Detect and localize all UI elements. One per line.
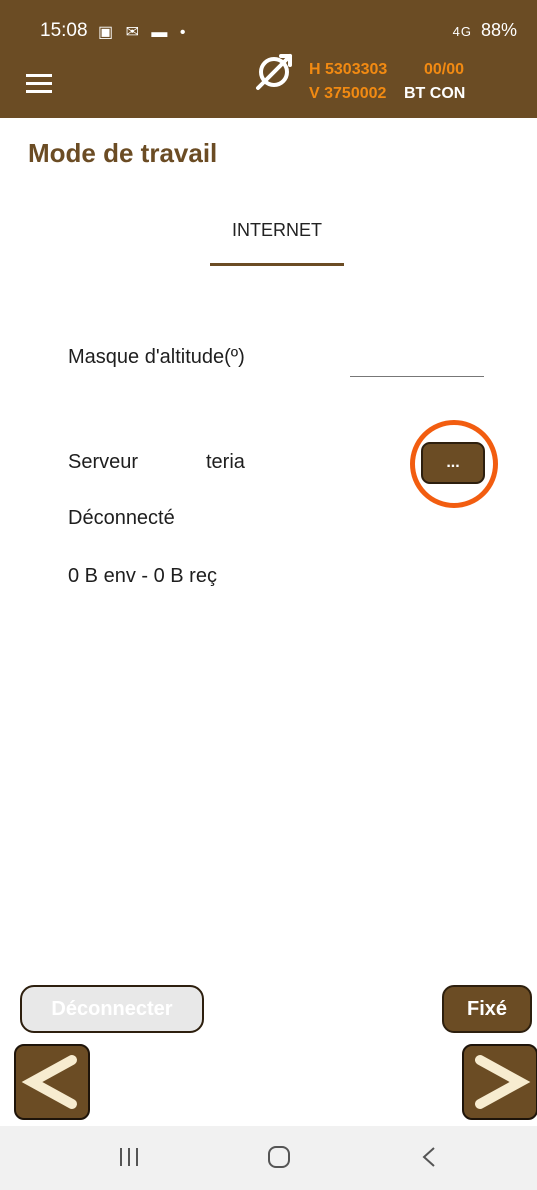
- tab-internet-label: INTERNET: [232, 220, 322, 240]
- disconnect-button[interactable]: Déconnecter: [20, 985, 204, 1033]
- recents-icon[interactable]: [118, 1144, 140, 1170]
- altitude-mask-label: Masque d'altitude(º): [68, 346, 245, 368]
- bluetooth-status: BT CON: [404, 85, 466, 102]
- coordinate-v: V 3750002: [309, 85, 387, 102]
- system-navigation-bar: [0, 1126, 537, 1190]
- previous-button[interactable]: [14, 1044, 90, 1120]
- signal-icon: 4G: [452, 24, 472, 39]
- no-fix-crosshair-icon: [256, 54, 292, 90]
- traffic-counter: 0 B env - 0 B reç: [68, 565, 217, 587]
- tab-indicator: [210, 263, 344, 266]
- chevron-right-icon: [475, 1055, 531, 1109]
- altitude-mask-input[interactable]: [350, 342, 484, 377]
- server-options-button[interactable]: ...: [421, 442, 485, 484]
- server-label: Serveur: [68, 451, 139, 473]
- chevron-left-icon: [21, 1055, 77, 1109]
- connection-status: Déconnecté: [68, 507, 175, 529]
- fix-counter: 00/00: [424, 61, 465, 78]
- status-time: 15:08: [40, 20, 88, 41]
- back-icon[interactable]: [418, 1144, 440, 1170]
- coordinate-h: H 5303303: [309, 61, 388, 78]
- status-right: 4G 88%: [453, 20, 517, 41]
- battery-level: 88%: [480, 20, 517, 40]
- app-header: 15:08 ▣ ✉ ▬ • 4G 88% H 5303303 00/00 V 3…: [0, 0, 537, 118]
- page-title: Mode de travail: [28, 138, 218, 168]
- tab-internet[interactable]: INTERNET: [210, 210, 344, 266]
- fix-button[interactable]: Fixé: [442, 985, 532, 1033]
- hamburger-menu-icon[interactable]: [26, 74, 52, 94]
- server-value: teria: [206, 451, 245, 473]
- notification-icons: ▣ ✉ ▬ •: [98, 24, 190, 41]
- next-button[interactable]: [462, 1044, 537, 1120]
- home-icon[interactable]: [266, 1144, 292, 1170]
